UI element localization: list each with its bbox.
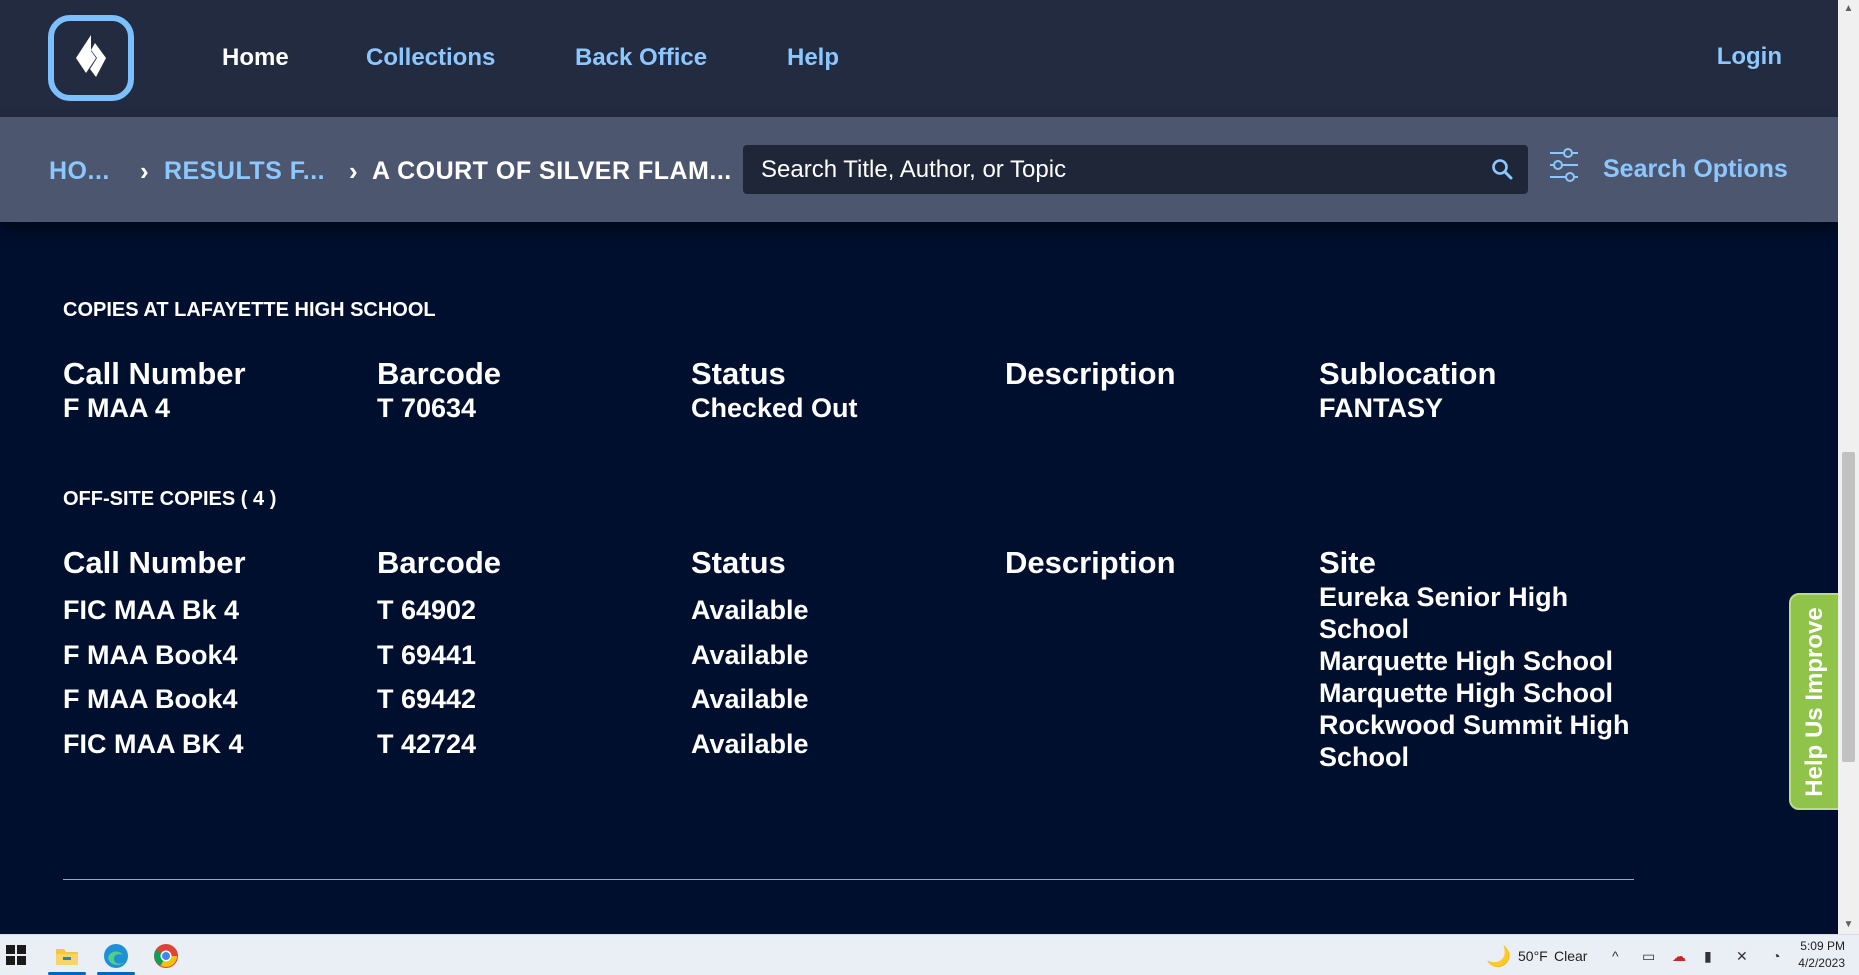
column-header: Barcode [377, 356, 502, 391]
clock-time: 5:09 PM [1800, 939, 1845, 953]
search-options-link[interactable]: Search Options [1603, 155, 1788, 184]
status-cell: Available [691, 684, 809, 714]
help-us-improve-tab[interactable]: Help Us Improve [1789, 593, 1841, 810]
chevron-up-icon[interactable]: ^ [1612, 948, 1619, 964]
status-cell: Checked Out [691, 393, 858, 423]
barcode-cell: T 69441 [377, 640, 477, 670]
help-us-improve-label: Help Us Improve [1801, 606, 1828, 797]
app-logo-icon[interactable] [48, 15, 134, 101]
nav-home-link[interactable]: Home [222, 44, 289, 72]
site-cell: Marquette High School [1319, 678, 1614, 708]
weather-description[interactable]: Clear [1554, 948, 1587, 964]
wifi-icon[interactable]: ◔ [1772, 948, 1780, 964]
page-scrollbar[interactable]: ▲ ▼ [1838, 0, 1859, 934]
chrome-browser-icon[interactable] [153, 943, 179, 969]
top-navigation: Home Collections Back Office Help Login [0, 0, 1838, 117]
nav-collections-link[interactable]: Collections [366, 44, 495, 72]
column-header: Site [1319, 545, 1376, 580]
status-cell: Available [691, 729, 809, 759]
file-explorer-icon[interactable] [54, 943, 80, 969]
breadcrumb-search-bar: HO... › RESULTS F... › A COURT OF SILVER… [0, 117, 1838, 222]
local-copies-heading: COPIES AT LAFAYETTE HIGH SCHOOL [63, 299, 436, 321]
chevron-right-icon: › [349, 156, 358, 186]
column-header: Call Number [63, 545, 246, 580]
edge-browser-icon[interactable] [103, 943, 129, 969]
onedrive-error-icon[interactable]: ☁ [1672, 948, 1686, 965]
column-header: Barcode [377, 545, 502, 580]
barcode-cell: T 42724 [377, 729, 477, 759]
offsite-copies-heading: OFF-SITE COPIES ( 4 ) [63, 488, 277, 510]
column-header: Status [691, 356, 786, 391]
site-cell: Eureka Senior High School [1319, 582, 1569, 644]
column-header: Call Number [63, 356, 246, 391]
windows-start-icon[interactable] [6, 945, 32, 971]
breadcrumb-home-link[interactable]: HO... [49, 157, 110, 186]
site-cell: Rockwood Summit High School [1319, 710, 1630, 772]
battery-icon[interactable]: ▮ [1704, 948, 1712, 965]
clock-date: 4/2/2023 [1798, 956, 1845, 970]
sublocation-cell: FANTASY [1319, 393, 1444, 423]
nav-help-link[interactable]: Help [787, 44, 839, 72]
section-divider [63, 879, 1634, 880]
barcode-cell: T 69442 [377, 684, 477, 714]
speaker-muted-icon[interactable]: ✕ [1736, 948, 1748, 965]
search-input[interactable] [761, 145, 1461, 194]
scroll-down-icon[interactable]: ▼ [1838, 916, 1859, 934]
call-number-cell: F MAA 4 [63, 393, 170, 423]
status-cell: Available [691, 595, 809, 625]
column-header: Status [691, 545, 786, 580]
site-cell: Marquette High School [1319, 646, 1614, 676]
login-link[interactable]: Login [1717, 43, 1782, 71]
call-number-cell: FIC MAA Bk 4 [63, 595, 240, 625]
windows-taskbar: 🌙 50°F Clear ^ ▭ ☁ ▮ ✕ ◔ 5:09 PM 4/2/202… [0, 934, 1859, 975]
column-header: Description [1005, 356, 1176, 391]
status-cell: Available [691, 640, 809, 670]
call-number-cell: F MAA Book4 [63, 640, 238, 670]
search-box [743, 145, 1528, 194]
taskbar-clock[interactable]: 5:09 PM 4/2/2023 [1798, 938, 1845, 972]
sliders-icon[interactable] [1548, 147, 1580, 188]
column-header: Description [1005, 545, 1176, 580]
breadcrumb-results-link[interactable]: RESULTS F... [164, 157, 325, 186]
call-number-cell: FIC MAA BK 4 [63, 729, 244, 759]
scroll-up-icon[interactable]: ▲ [1838, 0, 1859, 18]
barcode-cell: T 70634 [377, 393, 477, 423]
barcode-cell: T 64902 [377, 595, 477, 625]
chevron-right-icon: › [140, 156, 149, 186]
call-number-cell: F MAA Book4 [63, 684, 238, 714]
scroll-thumb[interactable] [1842, 452, 1855, 762]
meet-now-icon[interactable]: ▭ [1642, 948, 1655, 965]
search-icon[interactable] [1490, 157, 1514, 186]
breadcrumb-current-title: A COURT OF SILVER FLAM... [372, 157, 732, 185]
nav-back-office-link[interactable]: Back Office [575, 44, 707, 72]
column-header: Sublocation [1319, 356, 1497, 391]
weather-temperature[interactable]: 50°F [1518, 948, 1548, 964]
moon-weather-icon[interactable]: 🌙 [1486, 944, 1511, 969]
